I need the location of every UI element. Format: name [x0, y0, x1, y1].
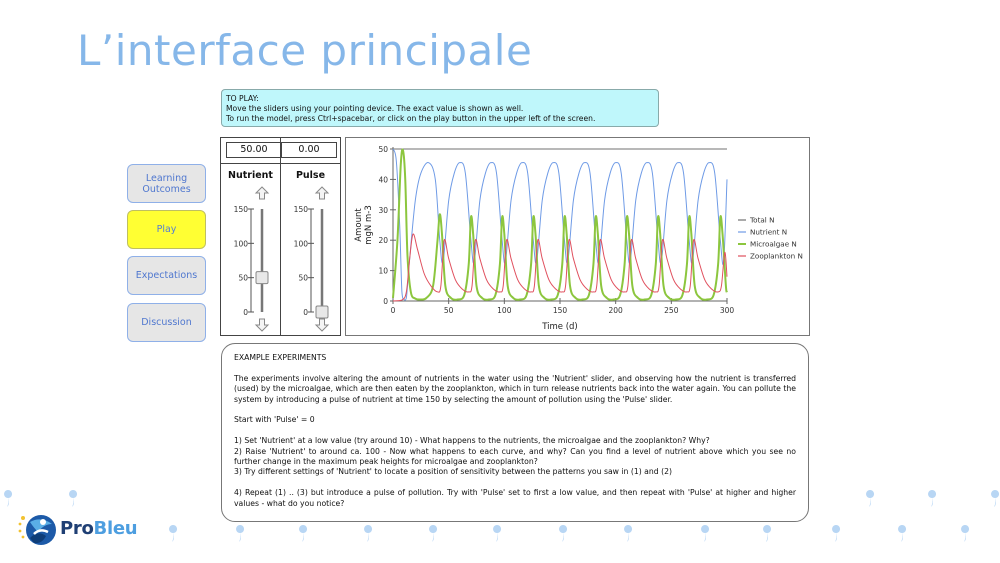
slider-up-arrow-icon[interactable] — [254, 186, 270, 200]
drop-icon — [4, 490, 13, 507]
nav-play-button[interactable]: Play — [127, 210, 206, 249]
slider-handle[interactable] — [315, 305, 329, 319]
slider-handle[interactable] — [255, 271, 269, 285]
y-tick-label: 50 — [378, 145, 388, 154]
instructions-line-2: To run the model, press Ctrl+spacebar, o… — [226, 114, 596, 123]
experiments-step-2: 2) Raise 'Nutrient' to around ca. 100 - … — [234, 446, 796, 467]
drop-icon — [624, 525, 633, 542]
drop-icon — [169, 525, 178, 542]
drop-icon — [559, 525, 568, 542]
slider-tick-label: 0 — [303, 308, 308, 317]
experiments-step-3: 3) Try different settings of 'Nutrient' … — [234, 467, 672, 477]
x-axis-label: Time (d) — [541, 322, 578, 332]
slider-tick-label: 50 — [298, 274, 308, 283]
logo-text-pro: Pro — [60, 518, 94, 539]
example-experiments-box: EXAMPLE EXPERIMENTS The experiments invo… — [221, 343, 809, 522]
pulse-slider-column: Pulse 150 100 50 0 — [281, 165, 340, 335]
nitrogen-line-chart: 0 10 20 30 40 50 0 50 100 150 200 250 300 Time (d) Amo… — [354, 145, 803, 332]
instructions-heading: TO PLAY: — [226, 94, 259, 103]
slider-tick-label: 150 — [234, 205, 249, 214]
nutrient-value: 50.00 — [240, 144, 268, 155]
legend-label: Nutrient N — [750, 228, 787, 237]
y-tick-label: 10 — [378, 267, 388, 276]
nav-label: Play — [156, 224, 177, 235]
drop-icon — [493, 525, 502, 542]
slider-down-arrow-icon[interactable] — [314, 318, 330, 332]
probleu-logo-text: ProBleu — [60, 518, 138, 539]
drop-icon — [763, 525, 772, 542]
pulse-slider-label: Pulse — [295, 170, 326, 181]
nav-label: Learning Outcomes — [142, 172, 191, 195]
drop-icon — [991, 490, 1000, 507]
drop-icon — [832, 525, 841, 542]
slider-tick-label: 150 — [294, 205, 309, 214]
slider-tick-label: 0 — [243, 308, 248, 317]
slider-tick-label: 50 — [238, 274, 248, 283]
nav-learning-outcomes-button[interactable]: Learning Outcomes — [127, 164, 206, 203]
y-tick-label: 0 — [383, 297, 388, 306]
slider-up-arrow-icon[interactable] — [314, 186, 330, 200]
nav-label: Discussion — [141, 317, 192, 328]
drop-icon — [961, 525, 970, 542]
x-tick-label: 0 — [391, 306, 396, 315]
drop-icon — [928, 490, 937, 507]
drop-icon — [69, 490, 78, 507]
instructions-box: TO PLAY: Move the sliders using your poi… — [221, 89, 659, 127]
drop-icon — [866, 490, 875, 507]
y-tick-label: 40 — [378, 175, 388, 184]
y-axis-label: Amount — [354, 208, 364, 242]
nutrient-slider-label: Nutrient — [228, 170, 273, 181]
slider-values: 50.00 0.00 — [226, 142, 337, 158]
nutrient-slider[interactable]: 150 100 50 0 — [221, 165, 280, 335]
series-line-microalgae-n — [392, 148, 728, 301]
slider-panel: 50.00 0.00 Nutrient 150 100 50 0 Pulse 150 1… — [220, 137, 341, 336]
experiments-start: Start with 'Pulse' = 0 — [234, 415, 315, 425]
slider-tick-label: 100 — [234, 239, 249, 248]
x-tick-label: 150 — [553, 306, 568, 315]
instructions-line-1: Move the sliders using your pointing dev… — [226, 104, 524, 113]
drop-icon — [701, 525, 710, 542]
pulse-slider[interactable]: 150 100 50 0 — [281, 165, 340, 335]
legend-label: Microalgae N — [750, 240, 797, 249]
x-tick-label: 300 — [720, 306, 735, 315]
y-axis-label: mgN m-3 — [364, 205, 374, 245]
nutrient-slider-column: Nutrient 150 100 50 0 — [221, 165, 280, 335]
experiments-step-1: 1) Set 'Nutrient' at a low value (try ar… — [234, 436, 710, 446]
nav-expectations-button[interactable]: Expectations — [127, 256, 206, 295]
y-tick-label: 20 — [378, 236, 388, 245]
y-tick-label: 30 — [378, 206, 388, 215]
slider-down-arrow-icon[interactable] — [254, 318, 270, 332]
x-tick-label: 50 — [444, 306, 454, 315]
slide-title: L’interface principale — [77, 26, 533, 75]
experiments-step-4: 4) Repeat (1) .. (3) but introduce a pul… — [234, 488, 796, 508]
nav-discussion-button[interactable]: Discussion — [127, 303, 206, 342]
legend-label: Total N — [749, 216, 774, 225]
drop-icon — [236, 525, 245, 542]
logo-text-bleu: Bleu — [93, 518, 138, 539]
drop-icon — [429, 525, 438, 542]
experiments-heading: EXAMPLE EXPERIMENTS — [234, 353, 327, 362]
drop-icon — [299, 525, 308, 542]
x-tick-label: 100 — [497, 306, 512, 315]
slider-tick-label: 100 — [294, 239, 309, 248]
experiments-intro: The experiments involve altering the amo… — [234, 373, 796, 404]
drop-icon — [898, 525, 907, 542]
probleu-logo: ProBleu — [16, 512, 146, 548]
pulse-value: 0.00 — [281, 143, 336, 157]
nav-label: Expectations — [135, 270, 198, 281]
legend-label: Zooplankton N — [750, 252, 803, 261]
chart-panel: 0 10 20 30 40 50 0 50 100 150 200 250 300 Time (d) Amo… — [345, 137, 810, 336]
x-tick-label: 200 — [609, 306, 624, 315]
probleu-logo-icon — [18, 515, 56, 545]
drop-icon — [364, 525, 373, 542]
x-tick-label: 250 — [664, 306, 679, 315]
